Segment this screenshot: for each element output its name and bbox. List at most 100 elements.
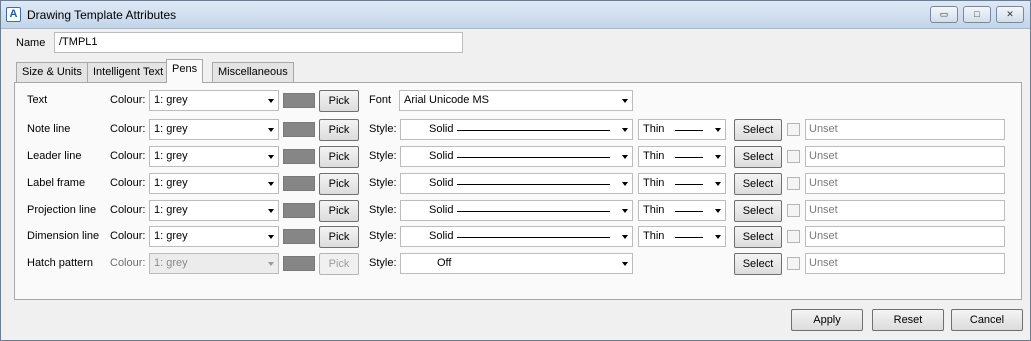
thickness-value: Thin [643, 150, 665, 162]
chevron-down-icon [268, 182, 274, 186]
close-button[interactable]: ✕ [996, 6, 1024, 23]
colour-label: Colour: [110, 94, 146, 106]
chevron-down-icon [268, 235, 274, 239]
pen-row-hatch-pattern: Hatch pattern Colour: 1: grey Pick Style… [15, 253, 1015, 275]
select-button[interactable]: Select [734, 146, 782, 168]
tab-miscellaneous[interactable]: Miscellaneous [212, 62, 294, 82]
line-style-select[interactable]: Solid [400, 200, 633, 221]
pen-row-text: Text Colour: 1: grey Pick Font Arial Uni… [15, 90, 1015, 112]
thickness-value: Thin [643, 123, 665, 135]
minimize-button[interactable]: ▭ [930, 6, 958, 23]
line-style-value: Solid [429, 204, 454, 216]
unset-field: Unset [805, 226, 1005, 247]
line-thickness-select[interactable]: Thin [638, 226, 726, 247]
line-style-select[interactable]: Solid [400, 173, 633, 194]
colour-swatch [283, 229, 315, 244]
name-label: Name [16, 37, 46, 49]
style-label: Style: [369, 204, 397, 216]
chevron-down-icon [622, 209, 628, 213]
colour-label: Colour: [110, 230, 146, 242]
colour-label: Colour: [110, 123, 146, 135]
colour-select[interactable]: 1: grey [149, 226, 279, 247]
chevron-down-icon [622, 99, 628, 103]
chevron-down-icon [715, 128, 721, 132]
checkbox[interactable] [787, 257, 800, 270]
colour-select[interactable]: 1: grey [149, 146, 279, 167]
line-sample [457, 130, 610, 131]
name-field[interactable]: /TMPL1 [54, 32, 463, 53]
line-thickness-select[interactable]: Thin [638, 146, 726, 167]
line-style-value: Solid [429, 177, 454, 189]
reset-button[interactable]: Reset [872, 309, 944, 331]
dialog-body: Name /TMPL1 Size & Units Intelligent Tex… [3, 30, 1030, 340]
select-button[interactable]: Select [734, 253, 782, 275]
style-label: Style: [369, 123, 397, 135]
title-bar[interactable]: A Drawing Template Attributes ▭ □ ✕ [1, 1, 1030, 29]
select-button[interactable]: Select [734, 200, 782, 222]
style-label: Style: [369, 150, 397, 162]
line-sample [457, 157, 610, 158]
row-label: Text [27, 94, 48, 106]
line-style-value: Solid [429, 150, 454, 162]
colour-select[interactable]: 1: grey [149, 173, 279, 194]
colour-label: Colour: [110, 150, 146, 162]
unset-field: Unset [805, 173, 1005, 194]
line-style-select[interactable]: Solid [400, 119, 633, 140]
colour-select[interactable]: 1: grey [149, 90, 279, 111]
checkbox[interactable] [787, 150, 800, 163]
pick-button[interactable]: Pick [319, 226, 359, 248]
pick-button: Pick [319, 253, 359, 275]
chevron-down-icon [715, 155, 721, 159]
select-button[interactable]: Select [734, 119, 782, 141]
style-label: Style: [369, 230, 397, 242]
tab-intelligent-text[interactable]: Intelligent Text [87, 62, 170, 82]
pen-row-dimension-line: Dimension line Colour: 1: grey Pick Styl… [15, 226, 1015, 248]
checkbox[interactable] [787, 230, 800, 243]
checkbox[interactable] [787, 204, 800, 217]
line-style-select[interactable]: Solid [400, 146, 633, 167]
chevron-down-icon [715, 182, 721, 186]
unset-field: Unset [805, 119, 1005, 140]
pen-row-label-frame: Label frame Colour: 1: grey Pick Style: … [15, 173, 1015, 195]
maximize-button[interactable]: □ [963, 6, 991, 23]
line-thickness-select[interactable]: Thin [638, 173, 726, 194]
pick-button[interactable]: Pick [319, 173, 359, 195]
hatch-style-value: Off [437, 257, 452, 269]
colour-swatch [283, 203, 315, 218]
pen-row-note-line: Note line Colour: 1: grey Pick Style: So… [15, 119, 1015, 141]
line-sample [457, 211, 610, 212]
colour-swatch [283, 256, 315, 271]
thickness-sample [675, 211, 703, 212]
line-style-value: Solid [429, 230, 454, 242]
cancel-button[interactable]: Cancel [951, 309, 1023, 331]
line-thickness-select[interactable]: Thin [638, 200, 726, 221]
select-button[interactable]: Select [734, 226, 782, 248]
colour-value: 1: grey [154, 177, 188, 189]
tab-pens[interactable]: Pens [166, 59, 204, 83]
colour-select[interactable]: 1: grey [149, 119, 279, 140]
select-button[interactable]: Select [734, 173, 782, 195]
row-label: Label frame [27, 177, 86, 189]
line-sample [457, 184, 610, 185]
colour-value: 1: grey [154, 150, 188, 162]
apply-button[interactable]: Apply [791, 309, 863, 331]
hatch-style-select[interactable]: Off [400, 253, 633, 274]
line-style-select[interactable]: Solid [400, 226, 633, 247]
tab-size-units[interactable]: Size & Units [16, 62, 88, 82]
thickness-sample [675, 130, 703, 131]
pick-button[interactable]: Pick [319, 90, 359, 112]
checkbox[interactable] [787, 123, 800, 136]
font-select[interactable]: Arial Unicode MS [399, 90, 633, 111]
pens-panel: Text Colour: 1: grey Pick Font Arial Uni… [14, 82, 1022, 300]
chevron-down-icon [268, 262, 274, 266]
pick-button[interactable]: Pick [319, 146, 359, 168]
thickness-value: Thin [643, 230, 665, 242]
colour-select[interactable]: 1: grey [149, 200, 279, 221]
pick-button[interactable]: Pick [319, 119, 359, 141]
checkbox[interactable] [787, 177, 800, 190]
line-thickness-select[interactable]: Thin [638, 119, 726, 140]
colour-label: Colour: [110, 204, 146, 216]
row-label: Dimension line [27, 230, 100, 242]
chevron-down-icon [622, 262, 628, 266]
pick-button[interactable]: Pick [319, 200, 359, 222]
